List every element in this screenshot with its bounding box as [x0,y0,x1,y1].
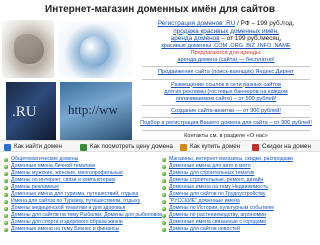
http-image: http://ww [60,82,132,140]
nav-domain-price[interactable]: Как посмотреть цену домена [80,142,173,152]
nav-label: Как посмотреть цену домена [90,143,173,150]
search-icon [4,143,11,151]
category-list-left: Общетематические домены Доменные имена Л… [2,156,162,233]
nav-buy-domain[interactable]: Как купить домен [180,142,240,152]
category-link[interactable]: Имена для сайтов по Туризму, путешествия… [2,198,152,205]
register-domain-link[interactable]: Регистрация доменов .RU [158,20,236,27]
price-icon [80,143,87,151]
category-link[interactable]: Домены по растениеводству, агрономии [160,212,320,219]
category-link[interactable]: Доменные имена на тему Бизнес и финансы [2,226,152,233]
category-link[interactable]: Общетематические домены [2,156,152,163]
category-link[interactable]: Доменные имена для авто и мото [160,163,320,170]
ru-domain-image: .RU [6,82,56,140]
contacts-text: Контакты см. в разделе «О нас» [184,132,268,139]
globe-image [58,22,132,78]
divider [142,105,310,107]
nav-label: Как найти домен [14,143,62,150]
category-link[interactable]: Домены по Истории, культурным событиям [160,205,320,212]
divider [142,117,310,119]
promo-block: Регистрация доменов .RU / РФ – 199 руб./… [132,20,320,140]
page-title: Интернет-магазин доменных имён для сайто… [45,4,275,15]
category-link[interactable]: Доменные имена Личной тематики [2,163,152,170]
rent-price: – от 199 руб./месяц, [219,35,282,43]
category-link[interactable]: Домены по интернет, связи и компьютерам [2,177,152,184]
rent-offer-link[interactable]: аренда домена (сайта) — бесплатно! [132,57,320,64]
category-link[interactable]: Домены для строительных тематик [160,170,320,177]
nav-label: Как купить домен [190,143,241,150]
category-link[interactable]: Домены для сайтов новостей [160,226,320,233]
hero-collage: .RU http://ww [2,20,132,140]
category-link[interactable]: Доменные имена связанные с городами [160,219,320,226]
register-price: / РФ – 199 руб./год, [235,20,295,27]
category-link[interactable]: Домены для спорта и здорового образа жиз… [2,219,152,226]
category-link[interactable]: Домены для сайтов на тему Рыбалки. Домен… [2,212,162,219]
category-link[interactable]: Магазины, интернет-магазины, скидки, рас… [160,156,320,163]
divider [142,66,310,68]
promotion-link[interactable]: Продвижение сайта (поиск-ваянщик) Яндекс… [132,69,320,76]
nav-find-domain[interactable]: Как найти домен [4,142,62,152]
category-link[interactable]: Домены строительные, ремонт, дизайн [160,177,320,184]
category-link[interactable]: Домены для сайтов по Трудоустройству [160,191,320,198]
domain-rent-link[interactable]: аренда доменов [171,35,220,42]
hand-image [2,20,54,78]
category-link[interactable]: Домены мужские, женские, многопрофильные [2,170,152,177]
cart-icon [180,143,187,151]
category-link[interactable]: Доменные имена на тему Недвижимость [160,184,320,191]
discount-icon [252,143,259,151]
nav-discounts[interactable]: Скидки на домен [252,142,311,152]
category-link[interactable]: "РУССКИЕ" доменные имена [160,198,320,205]
category-link[interactable]: Доменные имена для туризма, путешествий,… [2,191,152,198]
divider [142,129,310,131]
category-link[interactable]: Домены рекламные [2,184,152,191]
ads-link-2[interactable]: для их рекламы (гостевых баннеров на каж… [132,89,320,96]
divider [142,78,310,80]
category-list-right: Магазины, интернет-магазины, скидки, рас… [160,156,320,233]
site-card-link[interactable]: Создание сайта-визитки — от 900 рублей! [132,108,320,115]
zones-link[interactable]: красивые доменны .COM .ORG .BIZ .INFO .N… [132,43,320,50]
ads-link[interactable]: Размещение ссылок в сети разных сайтов [132,82,320,89]
nav-label: Скидки на домен [262,143,311,150]
nav-bar: Как найти домен Как посмотреть цену доме… [0,140,320,152]
category-link[interactable]: Домены медицинской тематики и для здоров… [2,205,152,212]
domain-sale-link[interactable]: продажа красивых доменных имён, [173,28,279,35]
ads-link-3[interactable]: оплачиваемом сайте) – от 500 рублей! [132,96,320,103]
domain-pick-link[interactable]: Подбор и регистрация Вашего домена для с… [132,120,320,127]
